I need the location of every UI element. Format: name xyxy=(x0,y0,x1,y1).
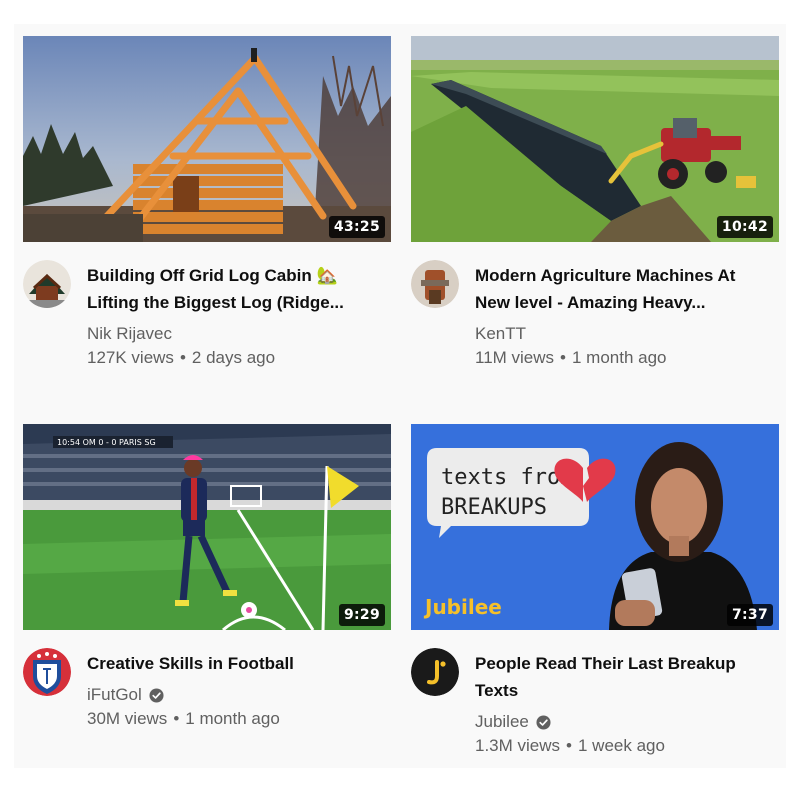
video-stats: 30M views • 1 month ago xyxy=(87,707,383,731)
channel-name-row: Jubilee xyxy=(475,710,771,734)
view-count: 30M views xyxy=(87,709,168,728)
channel-avatar-image xyxy=(411,648,459,696)
video-thumbnail[interactable]: 10:54 OM 0 - 0 PARIS SG 9:29 xyxy=(23,424,391,630)
separator-dot: • xyxy=(179,348,186,367)
separator-dot: • xyxy=(560,348,566,367)
view-count: 127K views xyxy=(87,348,174,367)
video-duration-badge: 43:25 xyxy=(328,216,385,238)
scoreboard-text: 10:54 OM 0 - 0 PARIS SG xyxy=(57,438,156,447)
channel-name[interactable]: Nik Rijavec xyxy=(87,322,172,346)
video-duration-badge: 10:42 xyxy=(716,216,773,238)
breakup-texts-thumbnail-image: texts from BREAKUPS Jubilee xyxy=(411,424,779,630)
video-meta: Modern Agriculture Machines At New level… xyxy=(475,262,771,370)
video-meta: People Read Their Last Breakup Texts Jub… xyxy=(475,650,771,758)
upload-age: 2 days ago xyxy=(191,348,276,367)
separator-dot: • xyxy=(566,736,572,755)
view-count: 11M views xyxy=(475,348,555,367)
video-title[interactable]: Modern Agriculture Machines At New level… xyxy=(475,262,771,316)
thumbnail-line-2: BREAKUPS xyxy=(441,495,547,520)
channel-name-row: iFutGol xyxy=(87,683,383,707)
video-grid: 43:25 Building Off Grid Log Cabin 🏡 Lift… xyxy=(14,24,786,768)
channel-avatar-image xyxy=(411,260,459,308)
channel-name[interactable]: iFutGol xyxy=(87,683,142,707)
video-stats: 11M views • 1 month ago xyxy=(475,346,771,370)
channel-avatar[interactable] xyxy=(23,260,71,308)
video-title[interactable]: Creative Skills in Football xyxy=(87,650,383,677)
video-duration-badge: 9:29 xyxy=(338,604,385,626)
video-thumbnail[interactable]: 43:25 xyxy=(23,36,391,242)
video-thumbnail[interactable]: 10:42 xyxy=(411,36,779,242)
video-title[interactable]: People Read Their Last Breakup Texts xyxy=(475,650,771,704)
video-title[interactable]: Building Off Grid Log Cabin 🏡 Lifting th… xyxy=(87,262,383,316)
verified-check-icon xyxy=(149,687,164,703)
channel-name-row: Nik Rijavec xyxy=(87,322,383,346)
video-stats: 127K views • 2 days ago xyxy=(87,346,383,370)
separator-dot: • xyxy=(173,709,180,728)
channel-avatar-image xyxy=(23,648,71,696)
view-count: 1.3M views xyxy=(475,736,561,755)
channel-name[interactable]: KenTT xyxy=(475,322,526,346)
video-duration-badge: 7:37 xyxy=(726,604,773,626)
video-thumbnail[interactable]: texts from BREAKUPS Jubilee 7:37 xyxy=(411,424,779,630)
channel-avatar[interactable] xyxy=(23,648,71,696)
upload-age: 1 month ago xyxy=(185,709,280,728)
channel-name-row: KenTT xyxy=(475,322,771,346)
upload-age: 1 week ago xyxy=(577,736,665,755)
thumbnail-line-1: texts from xyxy=(441,465,573,490)
verified-check-icon xyxy=(536,714,551,730)
tractor-field-thumbnail-image xyxy=(411,36,779,242)
football-thumbnail-image: 10:54 OM 0 - 0 PARIS SG xyxy=(23,424,391,630)
channel-name[interactable]: Jubilee xyxy=(475,710,529,734)
channel-avatar[interactable] xyxy=(411,648,459,696)
upload-age: 1 month ago xyxy=(572,348,667,367)
video-stats: 1.3M views • 1 week ago xyxy=(475,734,771,758)
channel-avatar[interactable] xyxy=(411,260,459,308)
thumbnail-brand-text: Jubilee xyxy=(423,595,502,619)
log-cabin-thumbnail-image xyxy=(23,36,391,242)
channel-avatar-image xyxy=(23,260,71,308)
video-meta: Building Off Grid Log Cabin 🏡 Lifting th… xyxy=(87,262,383,370)
video-meta: Creative Skills in Football iFutGol 30M … xyxy=(87,650,383,731)
